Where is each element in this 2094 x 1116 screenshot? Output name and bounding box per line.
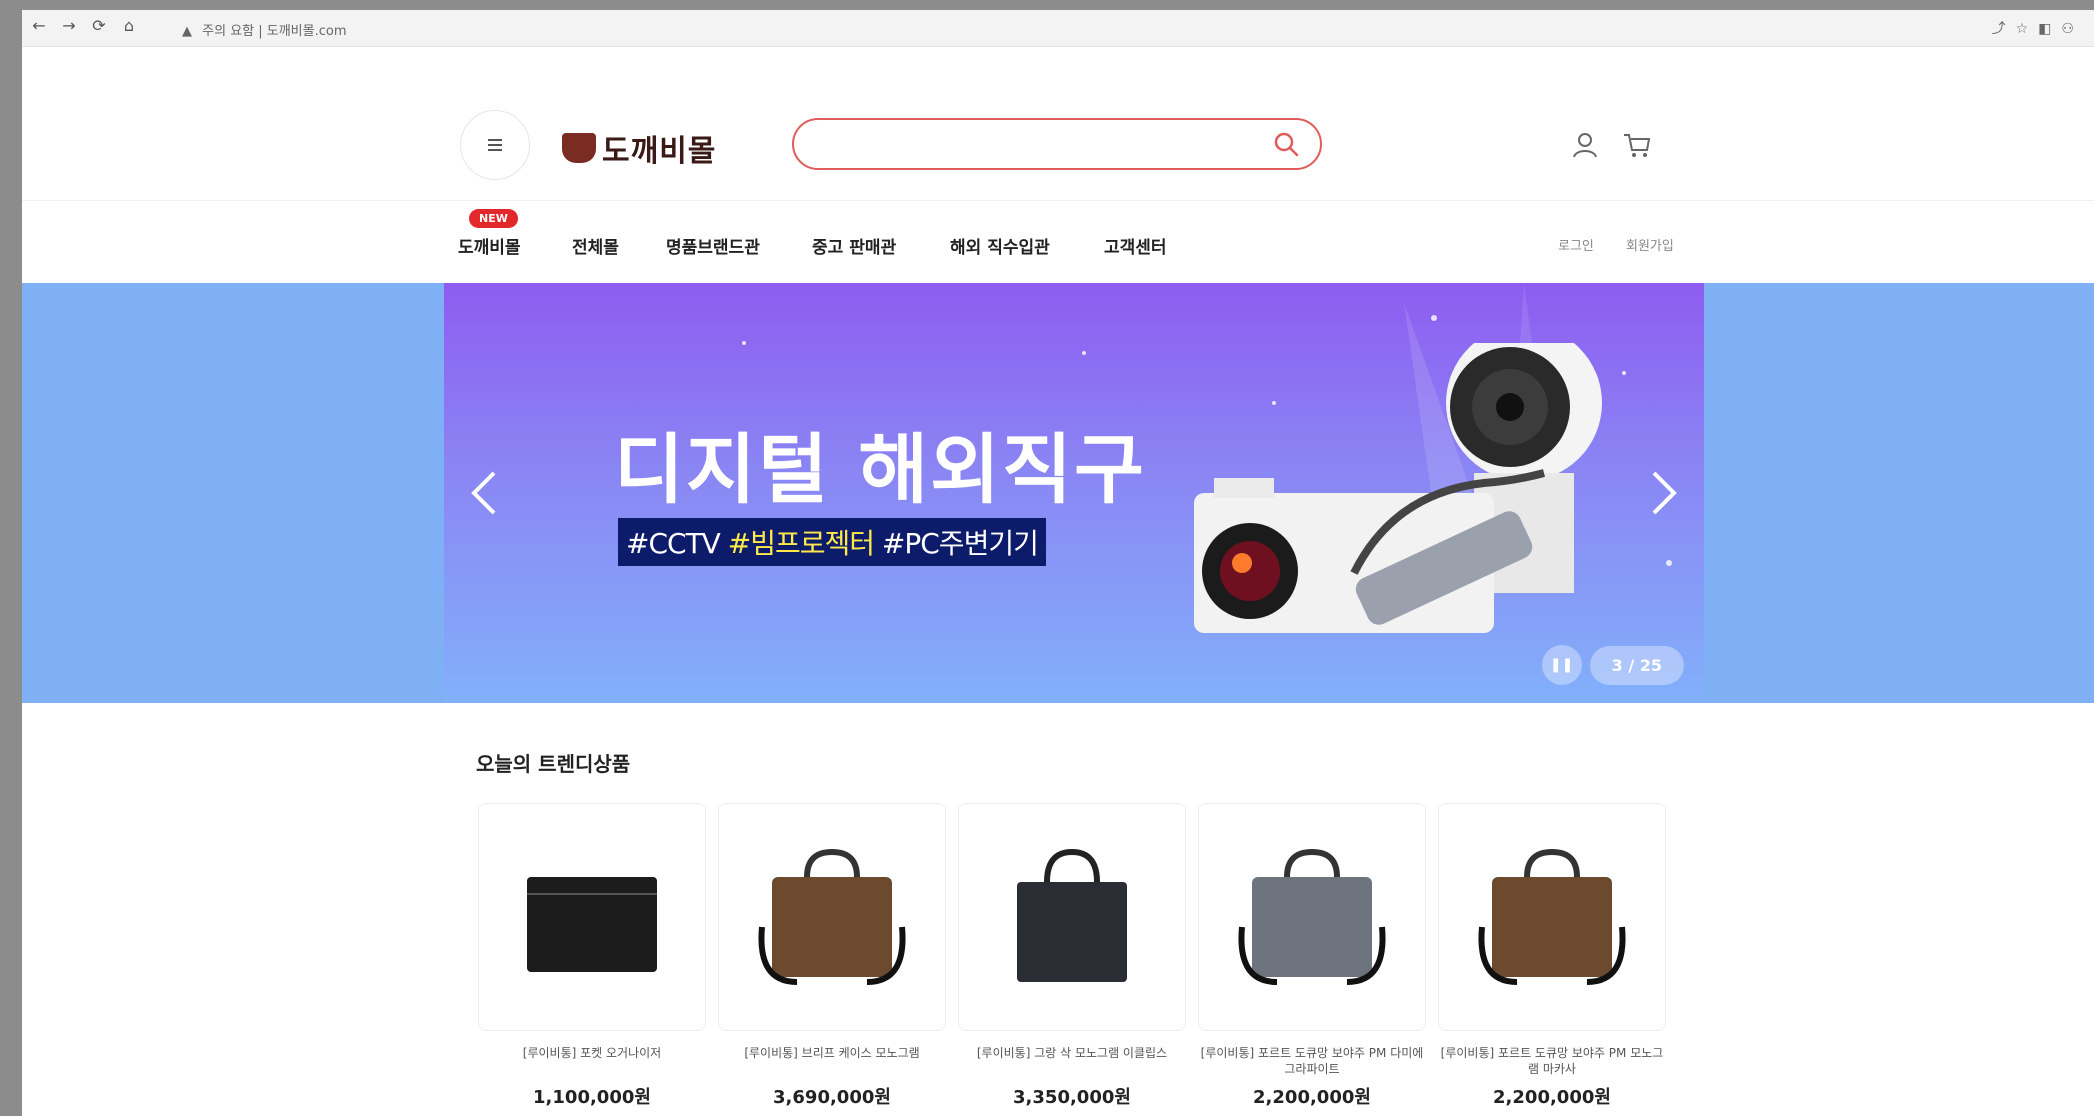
warning-icon: ▲ [182,24,192,39]
product-name[interactable]: [루이비통] 포르트 도큐망 보야주 PM 다미에 그라파이트 [1198,1045,1426,1077]
header-icons [1570,130,1652,160]
product-price: 2,200,000원 [1253,1087,1371,1108]
product-image[interactable] [718,803,946,1031]
product-card[interactable]: [루이비통] 포켓 오거나이저 1,100,000원 [478,803,706,1109]
user-icon[interactable] [1570,130,1600,160]
nav-item-used[interactable]: 중고 판매관 [812,233,896,258]
product-image[interactable] [1438,803,1666,1031]
browser-extension-icons[interactable]: ⤴☆◧⚇ [1992,18,2084,38]
banner-title: 디지털 해외직구 [614,425,1146,514]
address-text: 주의 요함 | 도깨비몰.com [202,24,347,39]
chevron-left-icon[interactable] [464,463,504,523]
product-image[interactable] [958,803,1186,1031]
pause-icon: ❚❚ [1549,657,1574,673]
signup-link[interactable]: 회원가입 [1626,235,1674,254]
nav-item-luxury[interactable]: 명품브랜드관 [666,233,760,258]
nav-item-support[interactable]: 고객센터 [1104,233,1167,258]
product-card[interactable]: [루이비통] 브리프 케이스 모노그램 3,690,000원 [718,803,946,1109]
product-name[interactable]: [루이비통] 포켓 오거나이저 [478,1045,706,1077]
nav-item-home[interactable]: 도깨비몰 [458,233,521,258]
product-card[interactable]: [루이비통] 그랑 삭 모노그램 이클립스 3,350,000원 [958,803,1186,1109]
search-input[interactable] [816,130,1260,160]
search-box [792,118,1322,170]
briefcase-image [1478,848,1626,985]
product-card[interactable]: [루이비통] 포르트 도큐망 보야주 PM 다미에 그라파이트 2,200,00… [1198,803,1426,1109]
pause-button[interactable]: ❚❚ [1541,645,1582,685]
product-image[interactable] [1198,803,1426,1031]
logo-text: 도깨비몰 [602,134,717,169]
main-navigation: NEW 도깨비몰 전체몰 명품브랜드관 중고 판매관 해외 직수입관 고객센터 … [22,200,2094,283]
banner-tag-highlight: #빔프로젝터 [727,527,875,560]
nav-item-all[interactable]: 전체몰 [572,233,619,258]
product-image[interactable] [478,803,706,1031]
tote-bag-image [1017,848,1127,982]
nav-item-import[interactable]: 해외 직수입관 [950,233,1050,258]
reload-button[interactable]: ⟳ [88,16,110,35]
banner-tags: #CCTV #빔프로젝터 #PC주변기기 [618,518,1046,566]
cart-icon[interactable] [1622,130,1652,160]
search-icon[interactable] [1272,130,1300,158]
hero-banner[interactable]: 디지털 해외직구 #CCTV #빔프로젝터 #PC주변기기 ❚❚ 3 / 25 [444,283,1704,703]
new-badge: NEW [469,209,518,228]
address-bar[interactable]: ▲ 주의 요함 | 도깨비몰.com [182,20,347,39]
product-price: 2,200,000원 [1493,1087,1611,1108]
site-header: 도깨비몰 [22,90,2094,200]
gadget-illustration [1194,343,1602,633]
product-name[interactable]: [루이비통] 포르트 도큐망 보야주 PM 모노그램 마카사 [1438,1045,1666,1077]
slide-counter: 3 / 25 [1589,645,1684,685]
briefcase-image [758,848,906,985]
menu-button[interactable] [460,110,530,180]
back-button[interactable]: ← [28,16,50,35]
site-logo[interactable]: 도깨비몰 [562,126,716,170]
product-name[interactable]: [루이비통] 브리프 케이스 모노그램 [718,1045,946,1077]
goblin-logo-icon [562,133,596,163]
pouch-image [527,877,657,972]
browser-toolbar: ← → ⟳ ⌂ ▲ 주의 요함 | 도깨비몰.com ⤴☆◧⚇ [22,10,2094,47]
login-link[interactable]: 로그인 [1558,235,1594,254]
home-button[interactable]: ⌂ [118,16,140,35]
section-title: 오늘의 트렌디상품 [476,752,631,776]
chevron-right-icon[interactable] [1644,463,1684,523]
product-price: 3,350,000원 [1013,1087,1131,1108]
banner-tag: #PC주변기기 [881,527,1039,560]
product-list: [루이비통] 포켓 오거나이저 1,100,000원 [루이비통] 브리프 케이… [478,803,1666,1109]
forward-button[interactable]: → [58,16,80,35]
banner-tag: #CCTV [626,527,721,560]
product-price: 1,100,000원 [533,1087,651,1108]
briefcase-image [1238,848,1386,985]
product-price: 3,690,000원 [773,1087,891,1108]
product-card[interactable]: [루이비통] 포르트 도큐망 보야주 PM 모노그램 마카사 2,200,000… [1438,803,1666,1109]
banner-pager: ❚❚ 3 / 25 [1541,645,1684,685]
hamburger-icon [488,139,502,151]
product-name[interactable]: [루이비통] 그랑 삭 모노그램 이클립스 [958,1045,1186,1077]
